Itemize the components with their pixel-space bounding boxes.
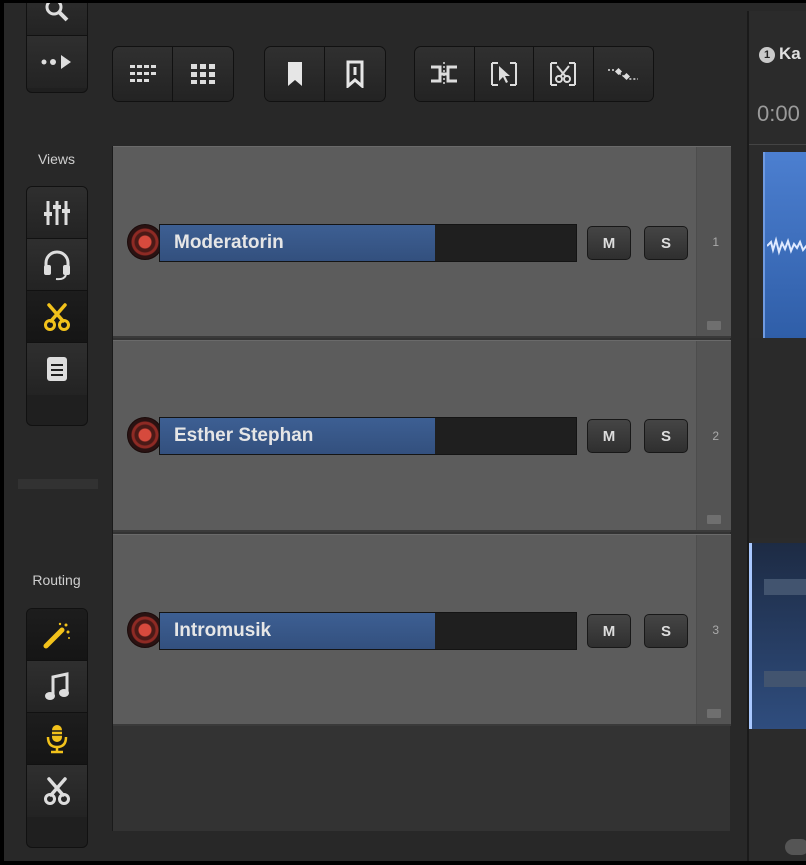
views-group [26,186,88,426]
bookmark-button[interactable] [265,47,325,101]
track-gutter: 2 [696,341,731,530]
notes-icon [47,357,67,381]
view-grid-group [112,46,234,102]
search-button[interactable] [27,3,87,36]
time-ruler-label: 0:00 [757,101,800,126]
record-arm-button[interactable] [127,417,163,453]
track-number: 3 [712,622,719,637]
track-name: Esther Stephan [174,425,314,446]
waveform [767,236,806,256]
marker-name[interactable]: Ka [779,44,801,64]
edit-view-button[interactable] [27,291,87,343]
solo-button[interactable]: S [644,419,688,453]
track-name: Intromusik [174,620,272,641]
track-name-field[interactable]: Esther Stephan [159,417,577,455]
folder-icon [707,321,721,330]
clip-lane-band [764,671,806,687]
notes-view-button[interactable] [27,343,87,395]
empty-lane-track-2 [749,338,806,538]
split-icon [431,62,458,86]
solo-button[interactable]: S [644,226,688,260]
folder-icon [707,709,721,718]
scissors-icon [44,302,70,331]
track-row[interactable]: Moderatorin M S 1 [113,146,731,338]
headphones-icon [44,250,70,280]
track-list: Moderatorin M S 1 Esther Stephan M S 2 I… [112,146,731,831]
split-tool-button[interactable] [415,47,475,101]
cut-routing-button[interactable] [27,765,87,817]
folder-icon [707,515,721,524]
track-name-field[interactable]: Intromusik [159,612,577,650]
record-arm-button[interactable] [127,224,163,260]
solo-button[interactable]: S [644,614,688,648]
cut-tool-button[interactable] [534,47,594,101]
microphone-button[interactable] [27,713,87,765]
mute-button[interactable]: M [587,614,631,648]
envelope-tool-button[interactable] [593,47,653,101]
timeline-area[interactable]: 1 Ka 0:00 [747,11,806,861]
routing-group [26,608,88,848]
grid-small-button[interactable] [113,47,173,101]
track-number: 1 [712,234,719,249]
grid-large-button[interactable] [173,47,233,101]
edit-tools-group [414,46,654,102]
cursor-select-icon [490,62,517,86]
listen-view-button[interactable] [27,239,87,291]
magic-button[interactable] [27,609,87,661]
editor-window: Views Routing Moderatorin M S 1 Esther S… [4,3,806,861]
track-number: 2 [712,428,719,443]
horizontal-scrollbar[interactable] [785,839,806,855]
select-tool-button[interactable] [474,47,534,101]
forward-button[interactable] [27,36,87,88]
microphone-icon [46,724,68,753]
mixer-view-button[interactable] [27,187,87,239]
bookmark-group [264,46,386,102]
mixer-faders-icon [44,200,70,225]
track-name: Moderatorin [174,232,284,253]
track-row[interactable]: Esther Stephan M S 2 [113,340,731,532]
bookmark-icon [287,62,302,86]
magic-wand-icon [43,622,70,648]
ruler-ticks [749,137,806,145]
audio-clip-track-1[interactable] [763,152,806,338]
track-gutter: 3 [696,535,731,724]
music-note-icon [45,671,69,700]
track-gutter: 1 [696,147,731,336]
bookmark-add-button[interactable] [325,47,385,101]
sidebar-divider [18,479,98,489]
views-label: Views [37,151,76,167]
audio-clip-track-3[interactable] [749,543,806,729]
bookmark-add-icon [346,60,364,88]
routing-label: Routing [32,572,81,588]
marker-badge[interactable]: 1 [759,47,775,63]
grid-icon [191,64,215,84]
dots-forward-icon [41,55,71,69]
mute-button[interactable]: M [587,419,631,453]
mute-button[interactable]: M [587,226,631,260]
track-name-field[interactable]: Moderatorin [159,224,577,262]
record-arm-button[interactable] [127,612,163,648]
search-icon [45,3,69,21]
clip-lane-band [764,579,806,595]
track-row[interactable]: Intromusik M S 3 [113,534,731,726]
grid-dots-icon [129,65,156,82]
scissors-icon [44,777,70,805]
envelope-points-icon [608,67,639,81]
cut-select-icon [550,62,577,86]
top-tools-group [26,3,88,93]
music-button[interactable] [27,661,87,713]
